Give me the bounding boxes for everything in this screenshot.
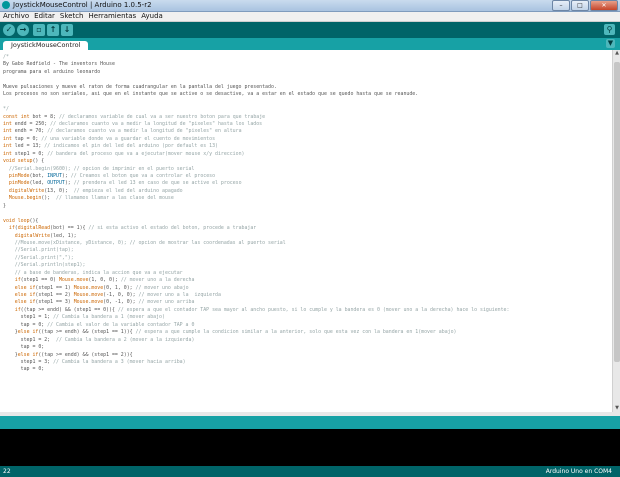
code-line[interactable]: int endh = 70; // declaramos cuanto va a…: [3, 128, 509, 135]
tab-joystickmousecontrol[interactable]: JoystickMouseControl: [3, 41, 89, 50]
code-line[interactable]: programa para el arduino leonardo: [3, 69, 509, 76]
code-line[interactable]: tap = 0;: [3, 344, 509, 351]
maximize-button[interactable]: □: [571, 0, 589, 11]
code-line[interactable]: const int bot = 8; // declaramos variabl…: [3, 114, 509, 121]
code-line[interactable]: }else if((tap >= endd) && (step1 == 2)){: [3, 352, 509, 359]
code-line[interactable]: }else if((tap >= endh) && (step1 == 1)){…: [3, 329, 509, 336]
code-line[interactable]: //Mouse.move(xDistance, yDistance, 0); /…: [3, 240, 509, 247]
code-line[interactable]: pinMode(led, OUTPUT); // prendera el led…: [3, 180, 509, 187]
menu-sketch[interactable]: Sketch: [57, 12, 86, 21]
menu-ayuda[interactable]: Ayuda: [138, 12, 165, 21]
code-line[interactable]: By Gabo Redfield - The inventors House: [3, 61, 509, 68]
arduino-app-icon: [2, 1, 10, 9]
menu-archivo[interactable]: Archivo: [0, 12, 31, 21]
open-sketch-icon[interactable]: ↑: [47, 24, 59, 36]
scroll-thumb[interactable]: [614, 62, 620, 362]
code-line[interactable]: int led = 13; // indicamos el pin del le…: [3, 143, 509, 150]
code-line[interactable]: //Serial.print(",");: [3, 255, 509, 262]
verify-icon[interactable]: ✓: [3, 24, 15, 36]
code-line[interactable]: if(step1 == 0) Mouse.move(1, 0, 0); // m…: [3, 277, 509, 284]
code-line[interactable]: else if(step1 == 2) Mouse.move(-1, 0, 0)…: [3, 292, 509, 299]
upload-icon[interactable]: →: [17, 24, 29, 36]
window-title: JoystickMouseControl | Arduino 1.0.5-r2: [13, 1, 152, 9]
code-line[interactable]: pinMode(bot, INPUT); // Creamos el boton…: [3, 173, 509, 180]
code-line[interactable]: void setup() {: [3, 158, 509, 165]
code-line[interactable]: int tap = 0; // una variable donde va a …: [3, 136, 509, 143]
code-line[interactable]: Mueve pulsaciones y mueve el raton de fo…: [3, 84, 509, 91]
footer-bar: 22 Arduino Uno en COM4: [0, 466, 620, 477]
console-output: [0, 429, 620, 466]
board-port-label: Arduino Uno en COM4: [545, 468, 612, 475]
code-line[interactable]: //Serial.print(tap);: [3, 247, 509, 254]
code-line[interactable]: digitalWrite(led, 1);: [3, 233, 509, 240]
tab-bar: JoystickMouseControl ▼: [0, 38, 620, 50]
code-line[interactable]: tap = 0; // Cambia el valor de la variab…: [3, 322, 509, 329]
title-bar: JoystickMouseControl | Arduino 1.0.5-r2 …: [0, 0, 620, 12]
code-line[interactable]: step1 = 2; // Cambia la bandera a 2 (mov…: [3, 337, 509, 344]
code-line[interactable]: [3, 210, 509, 217]
code-line[interactable]: [3, 76, 509, 83]
code-line[interactable]: Los procesos no son seriales, asi que en…: [3, 91, 509, 98]
menu-bar: Archivo Editar Sketch Herramientas Ayuda: [0, 12, 620, 22]
scroll-up-icon[interactable]: ▲: [613, 50, 620, 57]
code-line[interactable]: int endd = 250; // declaramos cuanto va …: [3, 121, 509, 128]
code-line[interactable]: else if(step1 == 1) Mouse.move(0, 1, 0);…: [3, 285, 509, 292]
code-line[interactable]: [3, 99, 509, 106]
code-line[interactable]: //Serial.begin(9600); // opcion de impri…: [3, 166, 509, 173]
vertical-scrollbar[interactable]: ▲ ▼: [612, 50, 620, 412]
close-button[interactable]: ✕: [590, 0, 618, 11]
window-controls: – □ ✕: [552, 0, 618, 11]
scroll-down-icon[interactable]: ▼: [613, 405, 620, 412]
code-text[interactable]: /* By Gabo Redfield - The inventors House…: [3, 54, 509, 374]
code-line[interactable]: if(digitalRead(bot) == 1){ // si esta ac…: [3, 225, 509, 232]
menu-editar[interactable]: Editar: [31, 12, 57, 21]
status-bar: [0, 416, 620, 429]
code-line[interactable]: void loop(){: [3, 218, 509, 225]
minimize-button[interactable]: –: [552, 0, 570, 11]
code-line[interactable]: Mouse.begin(); // llamamos llamar a las …: [3, 195, 509, 202]
code-line[interactable]: //Serial.println(step1);: [3, 262, 509, 269]
code-line[interactable]: if((tap >= endd) && (step1 == 0)){ // es…: [3, 307, 510, 314]
code-line[interactable]: */: [3, 106, 509, 113]
code-line[interactable]: }: [3, 203, 509, 210]
code-line[interactable]: tap = 0;: [3, 366, 509, 373]
code-line[interactable]: int step1 = 0; // bandera del proceso qu…: [3, 151, 509, 158]
code-line[interactable]: step1 = 1; // Cambia la bandera a 1 (mov…: [3, 314, 509, 321]
code-line[interactable]: digitalWrite(13, 0); // empieza el led d…: [3, 188, 509, 195]
new-sketch-icon[interactable]: ▫: [33, 24, 45, 36]
toolbar: ✓ → ▫ ↑ ↓ ⚲: [0, 22, 620, 38]
code-line[interactable]: // a base de banderas, indica la accion …: [3, 270, 509, 277]
line-number: 22: [3, 468, 11, 475]
code-line[interactable]: /*: [3, 54, 509, 61]
save-sketch-icon[interactable]: ↓: [61, 24, 73, 36]
serial-monitor-icon[interactable]: ⚲: [604, 24, 615, 35]
code-editor[interactable]: /* By Gabo Redfield - The inventors House…: [0, 50, 612, 412]
code-line[interactable]: else if(step1 == 3) Mouse.move(0, -1, 0)…: [3, 299, 509, 306]
tab-menu-icon[interactable]: ▼: [606, 39, 615, 48]
code-line[interactable]: step1 = 3; // Cambia la bandera a 3 (mov…: [3, 359, 509, 366]
menu-herramientas[interactable]: Herramientas: [86, 12, 139, 21]
